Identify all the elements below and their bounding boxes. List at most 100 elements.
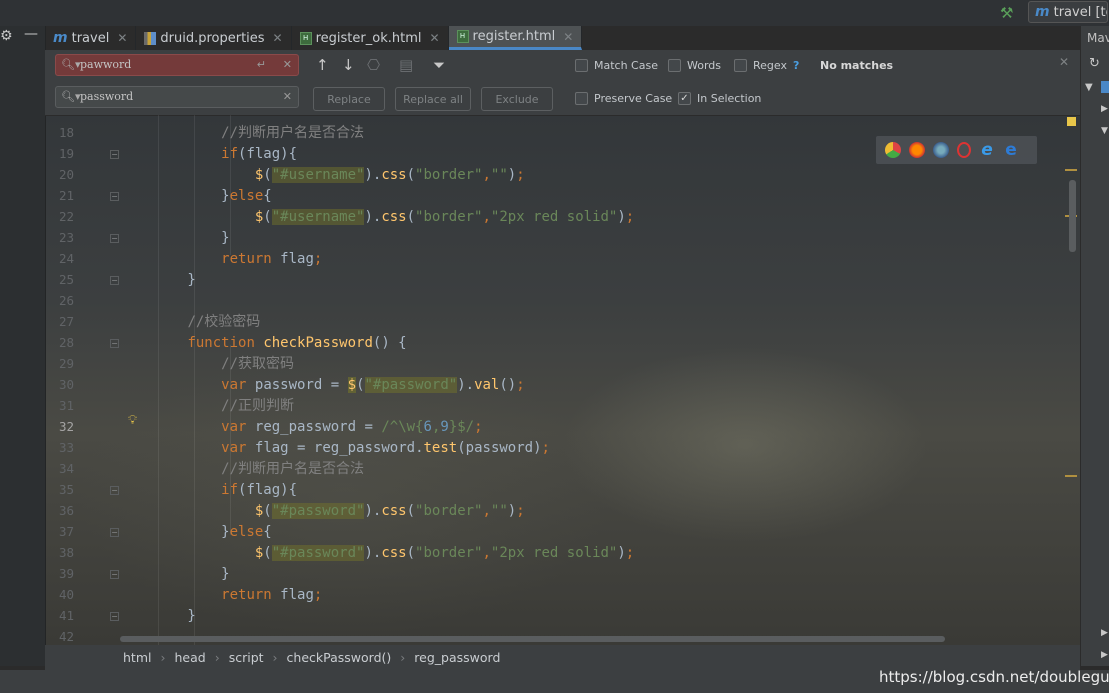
replace-all-button[interactable]: Replace all [395, 87, 471, 111]
code-line[interactable]: $("#password").css("border","2px red sol… [120, 543, 634, 564]
regex-option[interactable]: Regex [734, 59, 787, 72]
minimize-icon[interactable]: — [24, 26, 38, 42]
close-icon[interactable]: ✕ [273, 31, 283, 45]
code-line[interactable]: //判断用户名是否合法 [120, 123, 364, 144]
regex-checkbox[interactable] [734, 59, 747, 72]
code-line[interactable]: //正则判断 [120, 396, 294, 417]
code-line[interactable]: return flag; [120, 585, 322, 606]
indent-guide [230, 115, 231, 255]
fold-marker-icon[interactable]: − [110, 528, 119, 537]
tree-collapsed-icon[interactable]: ▶ [1101, 104, 1108, 114]
refresh-icon[interactable]: ↻ [1089, 56, 1100, 71]
fold-marker-icon[interactable]: − [110, 192, 119, 201]
filter-search-results-icon[interactable]: ▤ [399, 56, 413, 74]
search-input[interactable]: 🔍︎▾ pawword ↵ ✕ [55, 54, 299, 76]
tab-travel[interactable]: m travel ✕ [45, 26, 137, 50]
fold-marker-icon[interactable]: − [110, 339, 119, 348]
breadcrumb-item[interactable]: checkPassword() [287, 650, 392, 665]
tree-collapsed-icon[interactable]: ▶ [1101, 628, 1108, 638]
code-line[interactable]: $("#username").css("border","2px red sol… [120, 207, 634, 228]
close-icon[interactable]: ✕ [563, 30, 573, 44]
tab-label: travel [71, 30, 110, 46]
ie-icon[interactable]: e [979, 142, 995, 159]
tab-register-html[interactable]: H register.html ✕ [448, 26, 583, 50]
code-line[interactable]: $("#username").css("border",""); [120, 165, 525, 186]
warning-indicator[interactable] [1067, 117, 1076, 126]
close-icon[interactable]: ✕ [1059, 55, 1069, 69]
breadcrumb-item[interactable]: script [229, 650, 264, 665]
breadcrumb-item[interactable]: html [123, 650, 151, 665]
close-icon[interactable]: ✕ [117, 31, 127, 45]
code-line[interactable]: var password = $("#password").val(); [120, 375, 525, 396]
code-line[interactable]: if(flag){ [120, 480, 297, 501]
line-number: 29 [58, 356, 74, 371]
exclude-button[interactable]: Exclude [481, 87, 553, 111]
build-hammer-icon[interactable]: ⚒ [1000, 4, 1013, 22]
replace-button[interactable]: Replace [313, 87, 385, 111]
firefox-icon[interactable] [909, 142, 925, 158]
tree-expand-icon[interactable]: ▼ [1101, 126, 1108, 136]
in-selection-checkbox[interactable]: ✓ [678, 92, 691, 105]
clear-icon[interactable]: ✕ [283, 87, 292, 107]
code-line[interactable]: } [120, 564, 229, 585]
html-file-icon: H [456, 30, 469, 43]
error-stripe-mark[interactable] [1065, 475, 1077, 477]
fold-marker-icon[interactable]: − [110, 150, 119, 159]
code-line[interactable]: }else{ [120, 522, 272, 543]
tree-collapsed-icon[interactable]: ▶ [1101, 650, 1108, 660]
code-editor[interactable]: //判断用户名是否合法 if(flag){ $("#username").css… [120, 115, 1065, 645]
code-line[interactable]: $("#password").css("border",""); [120, 501, 525, 522]
fold-marker-icon[interactable]: − [110, 234, 119, 243]
preserve-case-checkbox[interactable] [575, 92, 588, 105]
edge-icon[interactable]: e [1003, 142, 1019, 159]
replace-input[interactable]: 🔍︎▾ password ✕ [55, 86, 299, 108]
match-case-checkbox[interactable] [575, 59, 588, 72]
code-line[interactable]: var reg_password = /^\w{6,9}$/; [120, 417, 482, 438]
match-case-option[interactable]: Match Case [575, 59, 658, 72]
breadcrumb-item[interactable]: reg_password [414, 650, 500, 665]
new-line-icon[interactable]: ↵ [257, 55, 266, 75]
code-line[interactable]: if(flag){ [120, 144, 297, 165]
scroll-thumb[interactable] [1069, 180, 1076, 252]
select-all-occurrences-icon[interactable]: ⎔ [367, 56, 380, 74]
fold-marker-icon[interactable]: − [110, 612, 119, 621]
fold-marker-icon[interactable]: − [110, 486, 119, 495]
code-line[interactable]: var flag = reg_password.test(password); [120, 438, 550, 459]
indent-guide [158, 115, 159, 645]
breadcrumb-item[interactable]: head [174, 650, 205, 665]
in-selection-option[interactable]: ✓ In Selection [678, 92, 761, 105]
code-line[interactable]: //判断用户名是否合法 [120, 459, 364, 480]
error-stripe-mark[interactable] [1065, 169, 1077, 171]
project-selector[interactable]: m travel [tou [1028, 1, 1108, 23]
chrome-icon[interactable] [885, 142, 901, 158]
tab-druid-properties[interactable]: druid.properties ✕ [136, 26, 292, 50]
words-option[interactable]: Words [668, 59, 721, 72]
line-number: 22 [58, 209, 74, 224]
words-checkbox[interactable] [668, 59, 681, 72]
code-line[interactable]: }else{ [120, 186, 272, 207]
breadcrumb: html › head › script › checkPassword() › reg_pas… [45, 645, 1080, 670]
code-line[interactable]: function checkPassword() { [120, 333, 406, 354]
filter-icon[interactable]: ⏷ [433, 56, 445, 74]
line-number: 33 [58, 440, 74, 455]
safari-icon[interactable] [933, 142, 949, 158]
tab-register-ok-html[interactable]: H register_ok.html ✕ [292, 26, 449, 50]
close-icon[interactable]: ✕ [429, 31, 439, 45]
tab-label: druid.properties [160, 30, 265, 46]
opera-icon[interactable] [957, 142, 971, 158]
code-line[interactable]: return flag; [120, 249, 322, 270]
previous-occurrence-icon[interactable]: ↑ [316, 56, 329, 74]
gear-icon[interactable]: ⚙ [0, 28, 13, 44]
code-line[interactable]: //校验密码 [120, 312, 260, 333]
editor-horizontal-scrollbar[interactable] [120, 636, 945, 642]
preserve-case-option[interactable]: Preserve Case [575, 92, 672, 105]
next-occurrence-icon[interactable]: ↓ [342, 56, 355, 74]
tree-expand-icon[interactable]: ▼ [1085, 82, 1093, 93]
code-line[interactable]: } [120, 228, 229, 249]
fold-marker-icon[interactable]: − [110, 276, 119, 285]
fold-marker-icon[interactable]: − [110, 570, 119, 579]
code-line[interactable]: //获取密码 [120, 354, 294, 375]
regex-help-link[interactable]: ? [793, 59, 799, 72]
clear-icon[interactable]: ✕ [283, 55, 292, 75]
editor-vertical-scrollbar[interactable] [1065, 115, 1080, 645]
